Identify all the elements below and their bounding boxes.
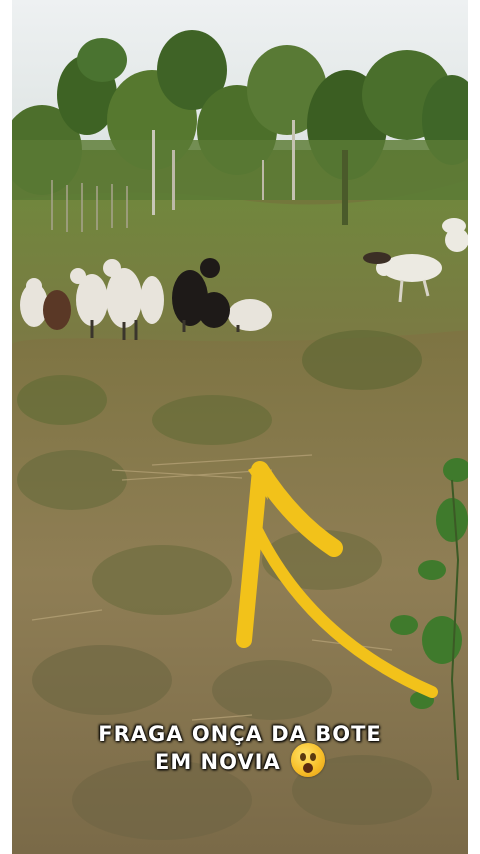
caption-line-2-text: EM NOVIA [154,750,281,774]
caption-line-1: FRAGA ONÇA DA BOTE [98,722,382,746]
astonished-face-icon [291,743,326,777]
video-frame: FRAGA ONÇA DA BOTE EM NOVIA [12,0,468,854]
caption-line-2: EM NOVIA [12,743,468,780]
